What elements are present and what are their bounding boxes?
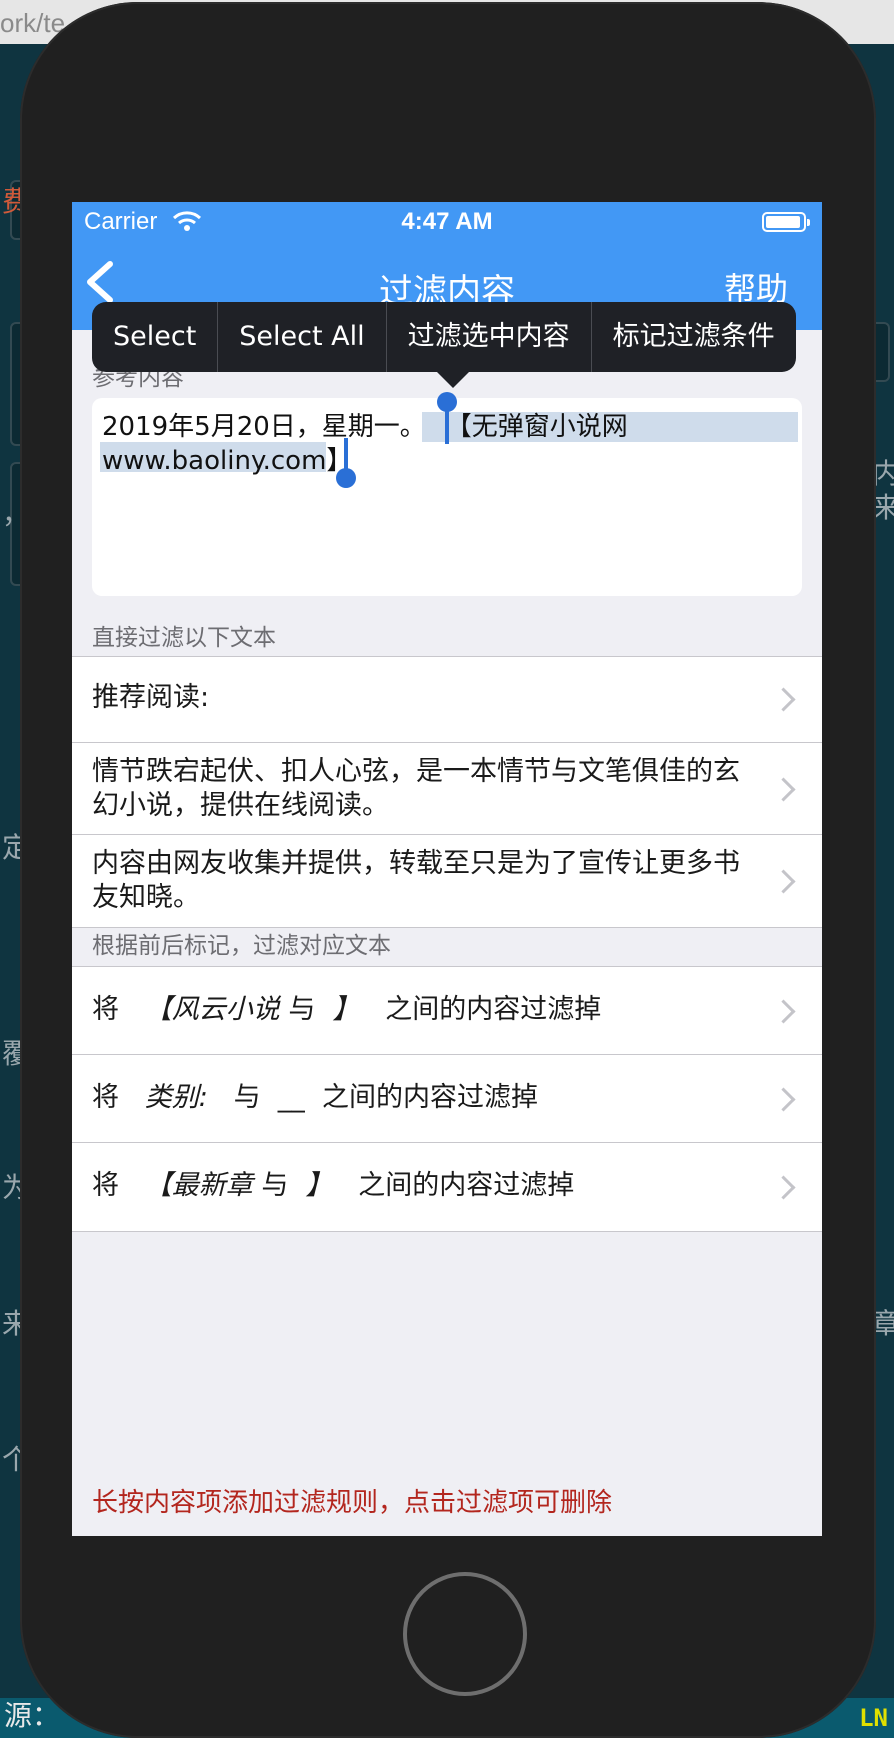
battery-icon	[762, 212, 810, 232]
selection-end-handle[interactable]	[336, 468, 356, 488]
list-item-text: 将 【最新章 与 】 之间的内容过滤掉	[92, 1169, 752, 1203]
chevron-right-icon	[771, 777, 796, 802]
chevron-right-icon	[771, 1087, 796, 1112]
edit-menu-mark-condition[interactable]: 标记过滤条件	[590, 302, 796, 372]
marker-prefix: 将	[92, 1082, 119, 1113]
list-item[interactable]: 情节跌宕起伏、扣人心弦，是一本情节与文笔俱佳的玄幻小说，提供在线阅读。	[72, 743, 822, 835]
marker-end: 】	[305, 1170, 333, 1201]
content-area: 参考内容 2019年5月20日，星期一。 【无弹窗小说网 www.baoliny.…	[72, 330, 822, 1536]
marker-filter-list: 将 【风云小说 与 】 之间的内容过滤掉 将 类别: 与 __ 之间的内容过滤掉…	[72, 966, 822, 1232]
list-item[interactable]: 推荐阅读:	[72, 657, 822, 743]
direct-filter-list: 推荐阅读: 情节跌宕起伏、扣人心弦，是一本情节与文笔俱佳的玄幻小说，提供在线阅读…	[72, 656, 822, 928]
marker-prefix: 将	[92, 994, 119, 1025]
edit-menu-select[interactable]: Select	[92, 302, 217, 372]
list-item-text: 推荐阅读:	[92, 682, 210, 713]
reference-text-plain: 2019年5月20日，星期一。	[102, 412, 426, 442]
list-item[interactable]: 将 【风云小说 与 】 之间的内容过滤掉	[72, 967, 822, 1055]
edit-menu-arrow	[437, 372, 469, 388]
marker-suffix: 之间的内容过滤掉	[321, 1082, 538, 1113]
marker-filter-label: 根据前后标记，过滤对应文本	[92, 933, 391, 959]
marker-start: 类别:	[144, 1082, 208, 1113]
list-item-text: 将 【风云小说 与 】 之间的内容过滤掉	[92, 993, 752, 1027]
edit-menu: Select Select All 过滤选中内容 标记过滤条件	[92, 302, 796, 372]
list-item[interactable]: 将 类别: 与 __ 之间的内容过滤掉	[72, 1055, 822, 1143]
marker-conjunction: 与	[233, 1082, 261, 1113]
home-button[interactable]	[403, 1572, 527, 1696]
list-item[interactable]: 将 【最新章 与 】 之间的内容过滤掉	[72, 1143, 822, 1231]
chevron-right-icon	[771, 999, 796, 1024]
marker-prefix: 将	[92, 1170, 119, 1201]
direct-filter-label: 直接过滤以下文本	[92, 625, 276, 651]
marker-conjunction: 与	[261, 1170, 289, 1201]
marker-suffix: 之间的内容过滤掉	[385, 994, 602, 1025]
list-item-text: 将 类别: 与 __ 之间的内容过滤掉	[92, 1081, 752, 1115]
edit-menu-select-all[interactable]: Select All	[217, 302, 385, 372]
status-bar: Carrier 4:47 AM	[72, 202, 822, 242]
list-item-text: 内容由网友收集并提供，转载至只是为了宣传让更多书友知晓。	[92, 848, 740, 913]
chevron-right-icon	[771, 687, 796, 712]
marker-start: 【风云小说	[144, 994, 280, 1025]
reference-text-selected: 【无弹窗小说网	[445, 412, 628, 442]
status-time: 4:47 AM	[401, 208, 493, 235]
selection-start-handle[interactable]	[437, 392, 457, 412]
list-item-text: 情节跌宕起伏、扣人心弦，是一本情节与文笔俱佳的玄幻小说，提供在线阅读。	[92, 756, 740, 821]
marker-suffix: 之间的内容过滤掉	[358, 1170, 575, 1201]
reference-text-view[interactable]: 2019年5月20日，星期一。 【无弹窗小说网 www.baoliny.com】	[92, 392, 802, 596]
footer-hint: 长按内容项添加过滤规则，点击过滤项可删除	[92, 1488, 613, 1518]
marker-end: __	[277, 1082, 305, 1113]
chevron-right-icon	[771, 1175, 796, 1200]
marker-end: 】	[332, 994, 360, 1025]
marker-start: 【最新章	[144, 1170, 253, 1201]
marker-conjunction: 与	[288, 994, 316, 1025]
list-item[interactable]: 内容由网友收集并提供，转载至只是为了宣传让更多书友知晓。	[72, 835, 822, 927]
app-screen: Carrier 4:47 AM 过滤内容 帮助 参考内容 2019年5月20日，…	[72, 202, 822, 1536]
reference-text-selected: www.baoliny.com】	[102, 446, 353, 476]
background-bottom-indicator: LN	[859, 1704, 888, 1732]
chevron-right-icon	[771, 869, 796, 894]
edit-menu-filter-selection[interactable]: 过滤选中内容	[385, 302, 591, 372]
